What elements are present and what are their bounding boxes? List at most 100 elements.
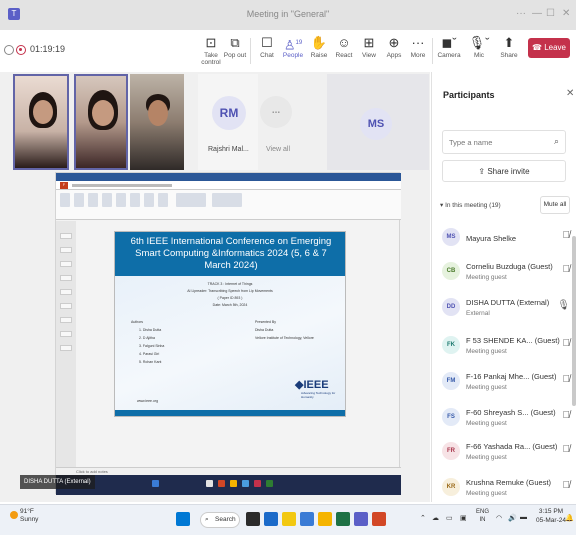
task-view-icon[interactable] xyxy=(246,512,260,526)
ppt-ribbon xyxy=(56,190,401,220)
teams-meeting-window: T Meeting in "General" ··· — ☐ ✕ 01:19:1… xyxy=(0,0,576,535)
edge-icon[interactable] xyxy=(264,512,278,526)
participant-row[interactable]: CB Corneliu Buzduga (Guest) Meeting gues… xyxy=(442,258,570,292)
slide-website: www.ieee.org xyxy=(137,399,159,403)
language-indicator[interactable]: ENG IN xyxy=(476,508,489,524)
slide-author: 1. Disha Dutta xyxy=(139,328,162,332)
participant-name: F 53 SHENDE KA... (Guest) xyxy=(466,336,560,345)
popout-icon: ⧉ xyxy=(230,35,240,50)
slide-thumbnail xyxy=(60,261,72,267)
participant-video-tile[interactable] xyxy=(13,74,69,170)
participant-face xyxy=(33,100,53,124)
participant-row[interactable]: MS Mayura Shelke 🎙̸ xyxy=(442,224,570,258)
mute-all-button[interactable]: Mute all xyxy=(540,196,570,214)
ribbon-button xyxy=(144,193,154,207)
ppt-tab-labels xyxy=(72,184,172,187)
camera-button[interactable]: ◼ˇ Camera xyxy=(434,34,464,59)
ieee-logo: ◆IEEE xyxy=(295,379,329,391)
participant-row[interactable]: FS F-60 Shreyash S... (Guest) Meeting gu… xyxy=(442,404,570,438)
pop-out-button[interactable]: ⧉ Pop out xyxy=(220,34,250,59)
more-icon[interactable]: ··· xyxy=(516,8,526,19)
slide-thumbnail xyxy=(60,303,72,309)
taskbar-app-icon xyxy=(242,480,249,487)
share-icon: ⬆ xyxy=(503,35,515,50)
invite-icon: ⇪ xyxy=(478,167,488,176)
taskbar-clock[interactable]: 3:15 PM 05-Mar-24 xyxy=(536,507,566,525)
notes-placeholder: Click to add notes xyxy=(76,469,108,474)
slide-presenter-heading: Presented By xyxy=(255,320,277,324)
ribbon-button xyxy=(116,193,126,207)
slide-authors-heading: Authors xyxy=(131,320,144,324)
share-button[interactable]: ⬆ Share xyxy=(494,34,524,59)
minimize-icon[interactable]: — xyxy=(532,8,542,19)
title-bar: T Meeting in "General" ··· — ☐ ✕ xyxy=(0,0,576,30)
participant-row[interactable]: FK F 53 SHENDE KA... (Guest) Meeting gue… xyxy=(442,332,570,366)
participant-name: F-66 Yashada Ra... (Guest) xyxy=(466,442,558,451)
in-meeting-group[interactable]: ▾ In this meeting (19) Mute all xyxy=(440,195,570,215)
view-all-label[interactable]: View all xyxy=(266,146,290,153)
participant-video-tile[interactable] xyxy=(74,74,128,170)
participant-video-tile[interactable] xyxy=(130,74,184,170)
store-icon[interactable] xyxy=(300,512,314,526)
more-icon: ··· xyxy=(411,35,425,50)
more-button[interactable]: ··· More xyxy=(403,34,433,59)
presenter-taskbar xyxy=(56,475,401,495)
mic-off-icon: 🎙̸ xyxy=(562,444,571,455)
excel-icon[interactable] xyxy=(336,512,350,526)
avatar: DD xyxy=(442,298,460,316)
participant-row[interactable]: FM F-16 Pankaj Mhe... (Guest) Meeting gu… xyxy=(442,368,570,402)
search-input[interactable]: Type a name ⌕ xyxy=(442,130,566,154)
weather-widget[interactable]: 91°F Sunny xyxy=(20,508,38,524)
presenter-name-label: DISHA DUTTA (External) xyxy=(20,475,95,489)
search-icon: ⌕ xyxy=(205,516,209,523)
maximize-icon[interactable]: ☐ xyxy=(546,8,555,19)
onedrive-icon[interactable]: ☁ xyxy=(432,514,439,522)
avatar: FR xyxy=(442,442,460,460)
ribbon-button xyxy=(212,193,242,207)
ribbon-button xyxy=(176,193,206,207)
chrome-icon[interactable] xyxy=(282,512,296,526)
slide-presenter-name: Disha Dutta xyxy=(255,328,274,332)
powerpoint-icon[interactable] xyxy=(372,512,386,526)
volume-icon[interactable]: 🔊 xyxy=(508,514,517,522)
participant-role: Meeting guest xyxy=(466,384,507,391)
slide-author: 3. Falguni Sinha xyxy=(139,344,165,348)
slide-thumbnail xyxy=(60,275,72,281)
display-icon[interactable]: ▣ xyxy=(460,514,467,522)
wifi-icon[interactable]: ◠ xyxy=(496,514,502,522)
close-icon[interactable]: ✕ xyxy=(566,88,574,99)
participant-role: Meeting guest xyxy=(466,420,507,427)
slide-paper-title: AI Lipreader: Transcribing Speech from L… xyxy=(187,289,273,293)
taskbar-search[interactable]: ⌕ Search xyxy=(200,512,240,528)
participant-row[interactable]: KR Krushna Remuke (Guest) Meeting guest … xyxy=(442,474,570,508)
chevron-up-icon[interactable]: ⌃ xyxy=(420,514,426,522)
mic-button[interactable]: 🎙ˇ Mic xyxy=(464,34,494,59)
avatar: MS xyxy=(442,228,460,246)
participants-panel: Participants ✕ Type a name ⌕ ⇪ Share inv… xyxy=(431,72,576,502)
teams-icon[interactable] xyxy=(354,512,368,526)
participant-row[interactable]: DD DISHA DUTTA (External) External 🎙 xyxy=(442,294,570,328)
slide-footer-bar xyxy=(115,410,345,416)
windows-start-icon[interactable] xyxy=(176,512,190,526)
slide-paper-id: ( Paper ID 893 ) xyxy=(217,296,243,300)
ribbon-button xyxy=(158,193,168,207)
ppt-notes-bar: Click to add notes xyxy=(56,467,401,475)
leave-button[interactable]: ☎ Leave xyxy=(528,38,570,58)
share-invite-button[interactable]: ⇪ Share invite xyxy=(442,160,566,182)
toolbar-divider xyxy=(432,38,433,64)
participant-row[interactable]: FR F-66 Yashada Ra... (Guest) Meeting gu… xyxy=(442,438,570,472)
slide-title: 6th IEEE International Conference on Eme… xyxy=(115,232,345,276)
participant-name: Krushna Remuke (Guest) xyxy=(466,478,552,487)
close-window-icon[interactable]: ✕ xyxy=(562,8,570,19)
ribbon-button xyxy=(130,193,140,207)
taskbar-app-icon xyxy=(206,480,213,487)
shield-icon xyxy=(4,45,14,55)
file-explorer-icon[interactable] xyxy=(318,512,332,526)
battery-icon[interactable]: ▭ xyxy=(446,514,453,522)
mic-off-icon: 🎙̸ xyxy=(562,338,571,349)
participant-face xyxy=(148,100,168,126)
notification-icon[interactable]: 🔔 xyxy=(565,514,574,522)
battery-status-icon[interactable]: ▬ xyxy=(520,514,527,521)
participant-name: F-16 Pankaj Mhe... (Guest) xyxy=(466,372,557,381)
scrollbar[interactable] xyxy=(572,236,576,406)
